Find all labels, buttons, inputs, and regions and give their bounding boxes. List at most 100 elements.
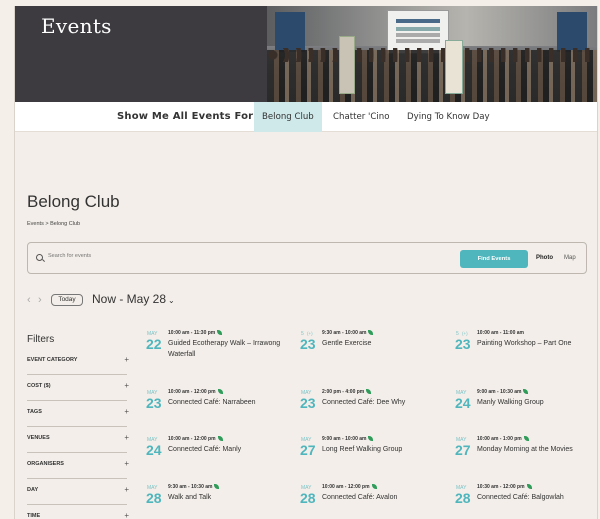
plus-icon[interactable]: + [124,407,129,416]
leaf-icon [368,330,374,336]
event-card[interactable]: MAY 27 10:00 am - 1:00 pm Monday Morning… [455,436,597,476]
event-card[interactable]: MAY 22 10:00 am - 11:30 pm Guided Ecothe… [146,330,296,370]
photo-pull-up-banner [339,36,355,94]
leaf-icon [214,484,220,490]
event-time: 10:00 am - 11:00 am [477,330,524,336]
event-day: 24 [146,442,162,458]
photo-window [275,12,305,52]
leaf-icon [366,389,372,395]
filter-label: TAGS [27,409,42,415]
event-card[interactable]: MAY 23 2:00 pm - 4:00 pm Connected Café:… [300,389,450,429]
event-title[interactable]: Connected Café: Balgowlah [477,492,597,503]
filter-time[interactable]: TIME + [27,505,129,519]
leaf-icon [217,389,223,395]
filter-label: VENUES [27,435,50,441]
filter-label: TIME [27,513,41,519]
event-title[interactable]: Connected Café: Manly [168,444,296,455]
tab-belong-club[interactable]: Belong Club [254,102,322,132]
event-card[interactable]: MAY 23 10:00 am - 12:00 pm Connected Caf… [146,389,296,429]
view-map-toggle[interactable]: Map [564,255,576,261]
event-card[interactable]: 5 (+) 23 10:00 am - 11:00 am Painting Wo… [455,330,597,370]
event-title[interactable]: Connected Café: Narrabeen [168,397,296,408]
filter-organisers[interactable]: ORGANISERS + [27,453,129,479]
filter-event-category[interactable]: EVENT CATEGORY + [27,349,129,375]
chevron-right-icon[interactable]: › [38,294,42,306]
today-button[interactable]: Today [51,294,83,306]
hero-banner: Events [15,6,597,102]
date-range-selector[interactable]: Now - May 28 ⌄ [92,292,175,306]
filter-label: ORGANISERS [27,461,64,467]
plus-icon[interactable]: + [124,485,129,494]
filter-label: DAY [27,487,39,493]
event-time: 10:00 am - 12:00 pm [168,436,223,442]
event-title[interactable]: Manly Walking Group [477,397,597,408]
chevron-left-icon[interactable]: ‹ [27,294,31,306]
leaf-icon [217,330,223,336]
view-photo-toggle[interactable]: Photo [536,255,553,261]
event-title[interactable]: Gentle Exercise [322,338,450,349]
event-time: 10:00 am - 11:30 pm [168,330,223,336]
page-frame: Events Show Me All Events For: Belong Cl… [14,6,598,519]
event-day: 23 [300,395,316,411]
filter-label: EVENT CATEGORY [27,357,78,363]
event-day: 28 [146,490,162,506]
filter-day[interactable]: DAY + [27,479,129,505]
event-card[interactable]: MAY 24 10:00 am - 12:00 pm Connected Caf… [146,436,296,476]
event-card[interactable]: MAY 27 9:00 am - 10:00 am Long Reef Walk… [300,436,450,476]
tab-dying-to-know-day[interactable]: Dying To Know Day [399,102,498,132]
event-title[interactable]: Guided Ecotherapy Walk – Irrawong Waterf… [168,338,296,360]
photo-window [557,12,587,52]
event-day: 23 [300,336,316,352]
leaf-icon [526,484,532,490]
filter-venues[interactable]: VENUES + [27,427,129,453]
event-day: 23 [146,395,162,411]
date-range-label: Now - May 28 [92,292,167,306]
event-title[interactable]: Connected Café: Dee Why [322,397,450,408]
event-time: 10:00 am - 12:00 pm [168,389,223,395]
event-time: 10:30 am - 12:00 pm [477,484,532,490]
event-day: 28 [300,490,316,506]
hero-photo [267,6,597,102]
leaf-icon [368,436,374,442]
event-card[interactable]: MAY 24 9:00 am - 10:30 am Manly Walking … [455,389,597,429]
event-card[interactable]: MAY 28 10:00 am - 12:00 pm Connected Caf… [300,484,450,519]
filter-cost[interactable]: COST ($) + [27,375,129,401]
plus-icon[interactable]: + [124,459,129,468]
event-title[interactable]: Walk and Talk [168,492,296,503]
event-time: 9:30 am - 10:00 am [322,330,374,336]
event-title[interactable]: Painting Workshop – Part One [477,338,597,349]
event-time: 2:00 pm - 4:00 pm [322,389,372,395]
event-card[interactable]: MAY 28 9:30 am - 10:30 am Walk and Talk [146,484,296,519]
hero-title: Events [41,14,112,38]
page-title: Belong Club [27,192,120,211]
filters-title: Filters [27,334,55,345]
event-day: 28 [455,490,471,506]
event-day: 24 [455,395,471,411]
event-time: 10:00 am - 12:00 pm [322,484,377,490]
event-time: 9:00 am - 10:00 am [322,436,374,442]
event-day: 22 [146,336,162,352]
photo-pull-up-banner [445,40,463,94]
event-title[interactable]: Connected Café: Avalon [322,492,450,503]
event-title[interactable]: Long Reef Walking Group [322,444,450,455]
event-title[interactable]: Monday Morning at the Movies [477,444,597,455]
plus-icon[interactable]: + [124,381,129,390]
plus-icon[interactable]: + [124,433,129,442]
photo-audience-heads [267,48,597,62]
chevron-down-icon: ⌄ [168,296,175,305]
event-time: 10:00 am - 1:00 pm [477,436,529,442]
find-events-button[interactable]: Find Events [460,250,528,268]
filter-tags[interactable]: TAGS + [27,401,129,427]
breadcrumb[interactable]: Events > Belong Club [27,221,80,227]
plus-icon[interactable]: + [124,511,129,519]
event-card[interactable]: MAY 28 10:30 am - 12:00 pm Connected Caf… [455,484,597,519]
plus-icon[interactable]: + [124,355,129,364]
search-icon [36,254,43,261]
search-input[interactable] [48,253,248,259]
filter-bar-label: Show Me All Events For: [117,111,258,122]
leaf-icon [371,484,377,490]
event-day: 27 [455,442,471,458]
tab-chatter-cino[interactable]: Chatter 'Cino [325,102,397,132]
event-card[interactable]: 5 (+) 23 9:30 am - 10:00 am Gentle Exerc… [300,330,450,370]
search-bar: Find Events Photo Map [27,242,587,274]
